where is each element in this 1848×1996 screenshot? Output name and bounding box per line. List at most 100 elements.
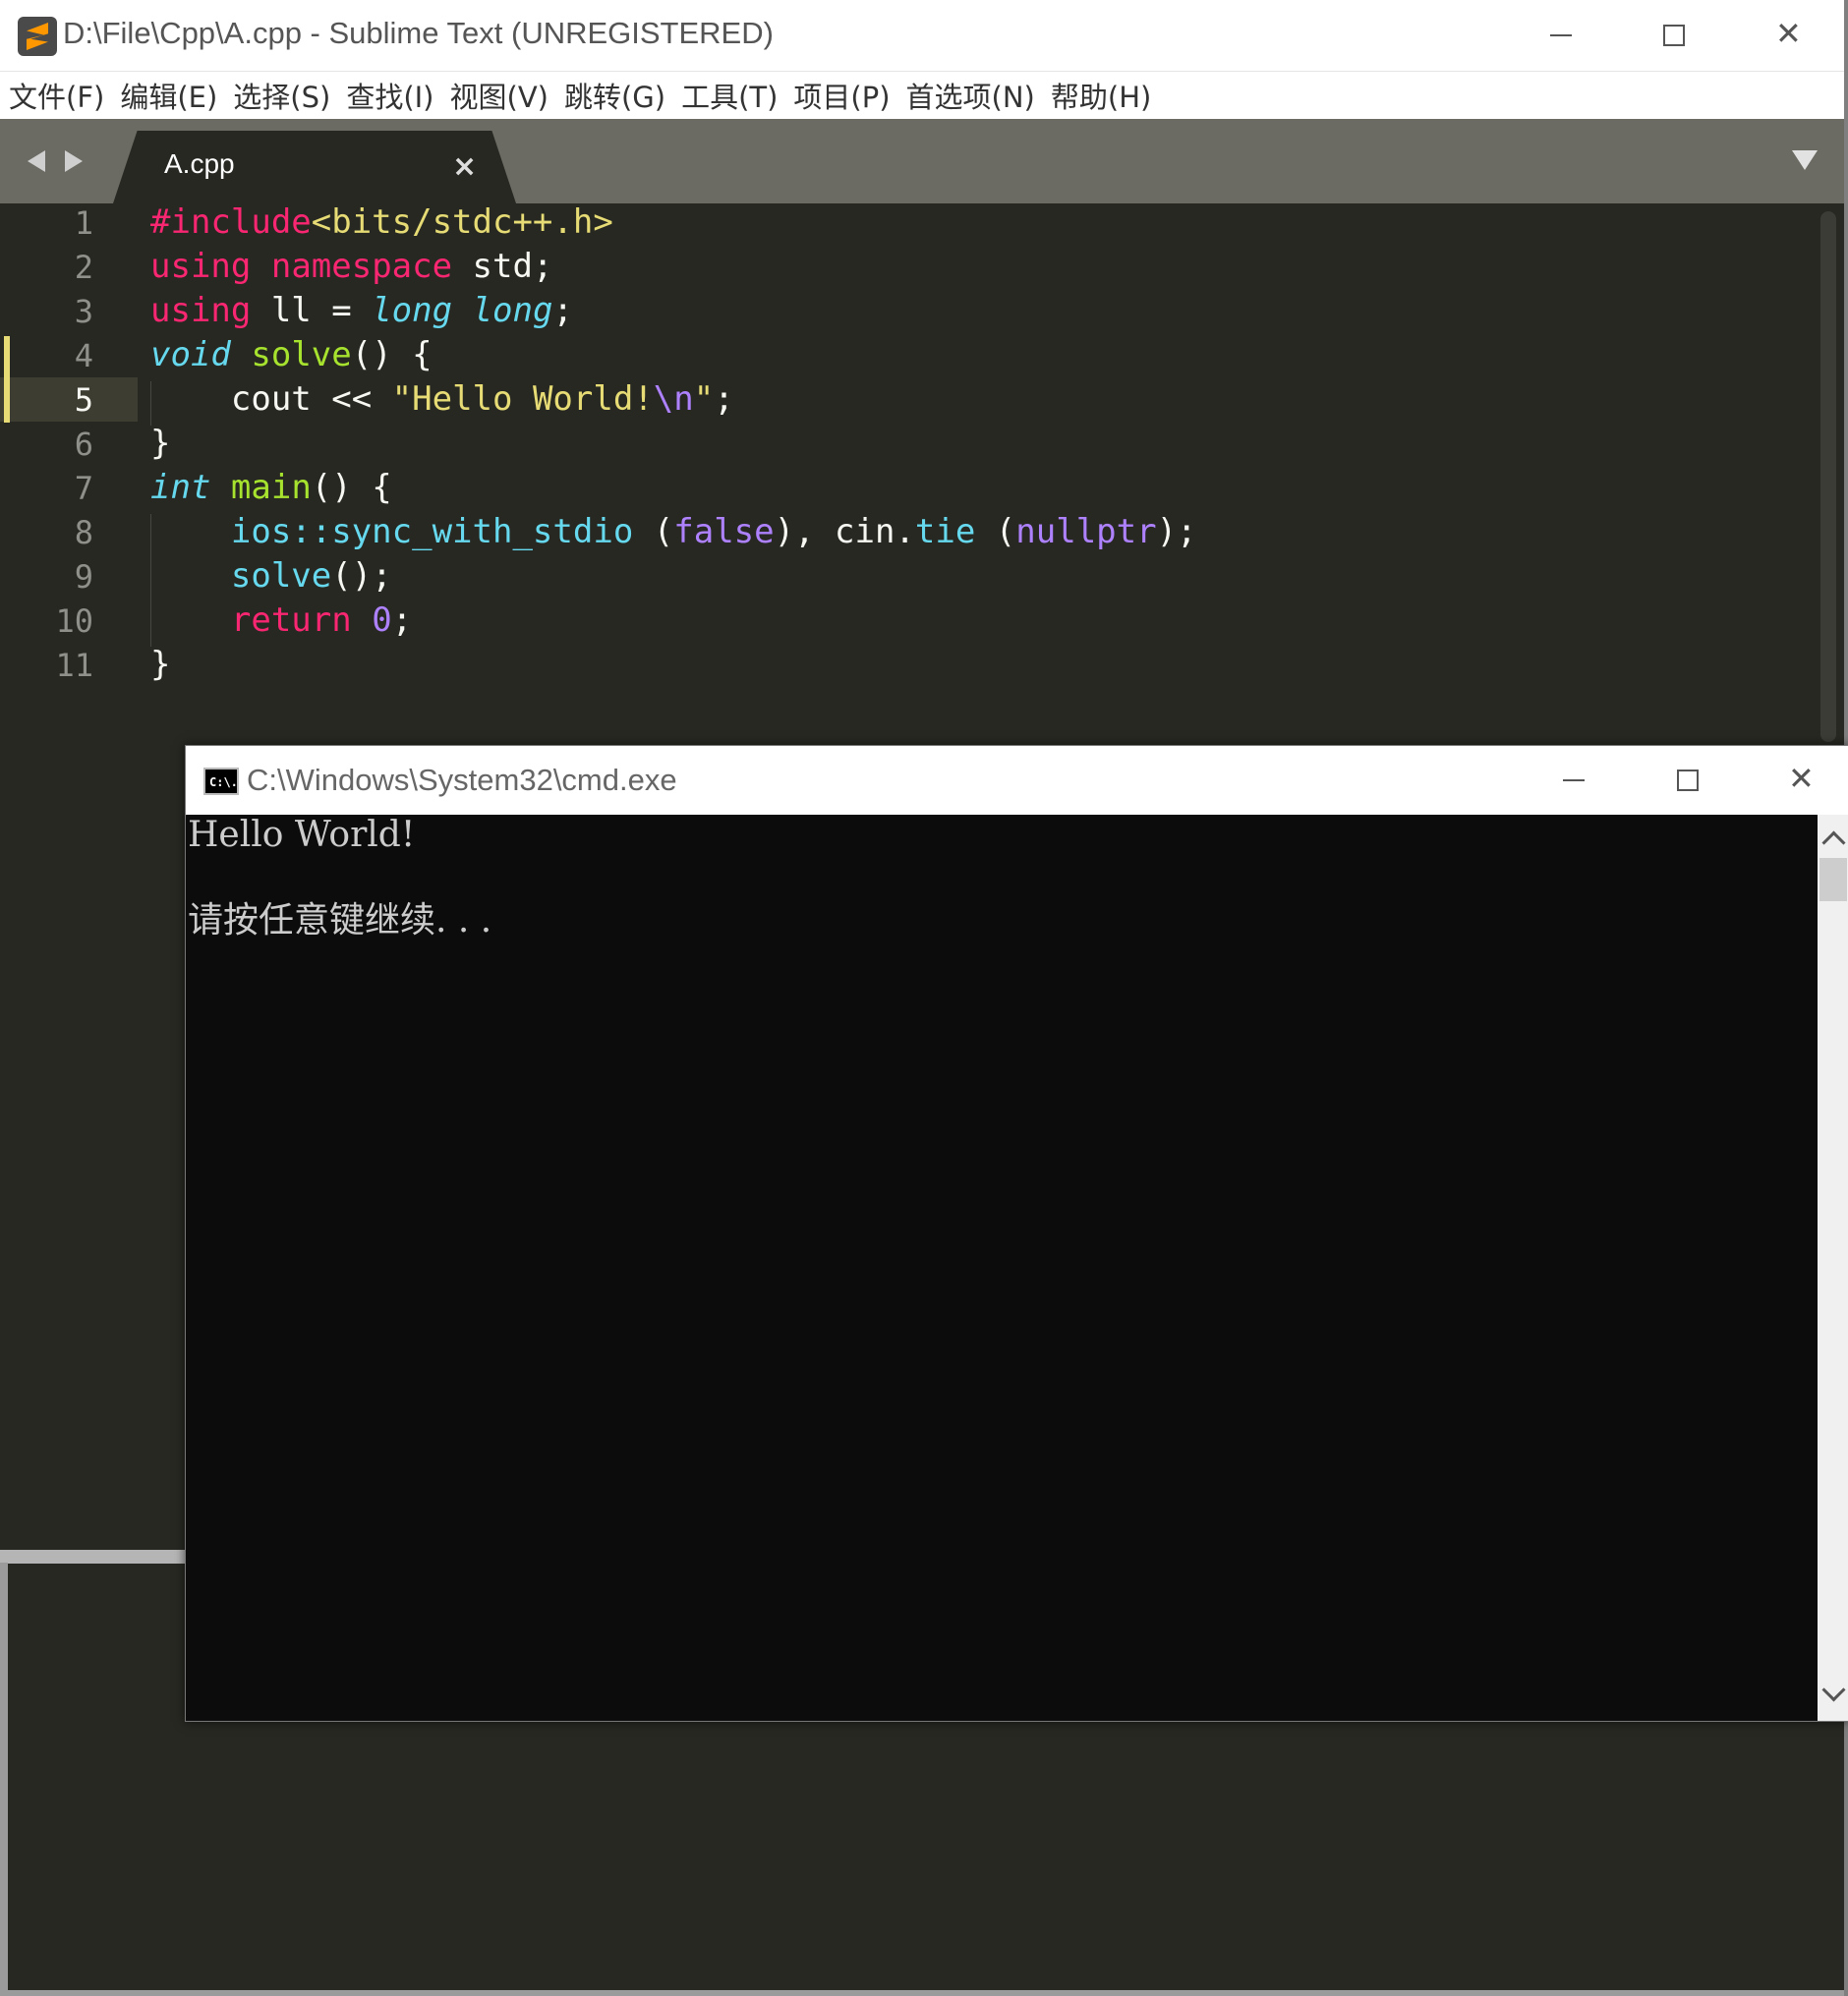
menu-bar: 文件(F) 编辑(E) 选择(S) 查找(I) 视图(V) 跳转(G) 工具(T… [0,72,1848,119]
token-type: void [150,335,231,374]
sublime-window-title: D:\File\Cpp\A.cpp - Sublime Text (UNREGI… [63,16,774,50]
token-text: () { [351,335,433,374]
cmd-titlebar: C:\. C:\Windows\System32\cmd.exe ✕ [186,746,1848,815]
code-line-11: } [150,645,171,684]
editor-scrollbar[interactable] [1820,211,1836,742]
code-line-10: return 0; [150,600,412,640]
line-number: 5 [74,381,93,419]
code-line-3: using ll = long long; [150,291,573,330]
menu-edit[interactable]: 编辑(E) [111,75,224,116]
sublime-app-icon [18,17,57,56]
cmd-app-icon: C:\. [203,768,239,795]
line-number: 4 [74,337,93,374]
menu-file[interactable]: 文件(F) [0,75,111,116]
token-string: "Hello World! [391,379,654,419]
line-number: 7 [74,470,93,507]
code-line-7: int main() { [150,468,392,507]
console-line: Hello World! [188,815,416,855]
line-number: 2 [74,249,93,286]
menu-find[interactable]: 查找(I) [337,75,440,116]
menu-view[interactable]: 视图(V) [441,75,555,116]
token-text: ), cin. [774,512,915,551]
menu-help[interactable]: 帮助(H) [1042,75,1158,116]
scroll-down-icon[interactable] [1821,1678,1846,1702]
token-text: ; [391,600,413,640]
token-text: () { [311,468,392,507]
token-header: <bits/stdc++.h> [311,202,613,242]
tab-label[interactable]: A.cpp [164,148,235,180]
code-line-9: solve(); [150,556,392,596]
line-number: 8 [74,514,93,551]
token-keyword: using [150,247,252,286]
window-edge [0,1990,1848,1996]
line-number: 11 [55,647,93,684]
menu-selection[interactable]: 选择(S) [224,75,337,116]
token-directive: #include [150,202,312,242]
token-text: ); [1156,512,1197,551]
tab-list-dropdown-icon[interactable] [1792,150,1818,170]
token-keyword: return [230,600,352,640]
menu-project[interactable]: 项目(P) [784,75,896,116]
scroll-thumb[interactable] [1819,858,1847,901]
token-function-call: tie [914,512,976,551]
token-text: cout << [230,379,392,419]
line-number: 3 [74,293,93,330]
tab-next-icon[interactable] [65,150,83,172]
token-function-call: solve [230,556,332,596]
tab-prev-icon[interactable] [28,150,45,172]
token-type: long [372,291,453,330]
minimize-icon[interactable] [1550,34,1572,36]
maximize-icon[interactable] [1663,25,1685,46]
token-function: solve [251,335,352,374]
line-number: 9 [74,558,93,596]
token-text: (); [331,556,392,596]
token-text: ; [714,379,734,419]
token-text: std; [452,247,553,286]
token-constant: nullptr [1015,512,1157,551]
token-number: 0 [372,600,392,640]
code-line-1: #include<bits/stdc++.h> [150,202,613,242]
code-line-5: cout << "Hello World!\n"; [150,379,734,419]
menu-tools[interactable]: 工具(T) [672,75,784,116]
token-string: " [693,379,715,419]
cmd-window[interactable]: C:\. C:\Windows\System32\cmd.exe ✕ Hello… [185,745,1848,1722]
line-number: 10 [55,602,93,640]
horizontal-scrollbar[interactable] [0,1550,187,1564]
code-line-4: void solve() { [150,335,433,374]
window-edge [0,1563,8,1996]
maximize-icon[interactable] [1677,770,1699,791]
token-text: ( [633,512,674,551]
sublime-titlebar: D:\File\Cpp\A.cpp - Sublime Text (UNREGI… [0,0,1848,72]
line-number: 6 [74,426,93,463]
menu-goto[interactable]: 跳转(G) [555,75,672,116]
tab-close-icon[interactable]: × [452,149,477,184]
scroll-up-icon[interactable] [1821,830,1846,855]
cmd-window-title: C:\Windows\System32\cmd.exe [247,763,677,797]
close-icon[interactable]: ✕ [1775,18,1802,49]
token-keyword: using [150,291,252,330]
close-icon[interactable]: ✕ [1788,763,1815,794]
code-line-8: ios::sync_with_stdio (false), cin.tie (n… [150,512,1197,551]
token-constant: false [673,512,775,551]
token-type: long [472,291,553,330]
cmd-scrollbar[interactable] [1818,815,1848,1721]
console-line: 请按任意键继续. . . [188,900,492,941]
menu-preferences[interactable]: 首选项(N) [897,75,1042,116]
line-number: 1 [74,204,93,242]
token-text: ( [975,512,1016,551]
token-function: main [230,468,312,507]
code-line-6: } [150,424,171,463]
minimize-icon[interactable] [1563,779,1585,781]
token-function-call: ios::sync_with_stdio [230,512,634,551]
token-type: int [150,468,211,507]
token-escape: \n [653,379,694,419]
cmd-console-output[interactable]: Hello World! 请按任意键继续. . . [186,815,1818,1721]
token-text: ll = [251,291,373,330]
token-keyword: namespace [270,247,453,286]
token-text: ; [552,291,573,330]
